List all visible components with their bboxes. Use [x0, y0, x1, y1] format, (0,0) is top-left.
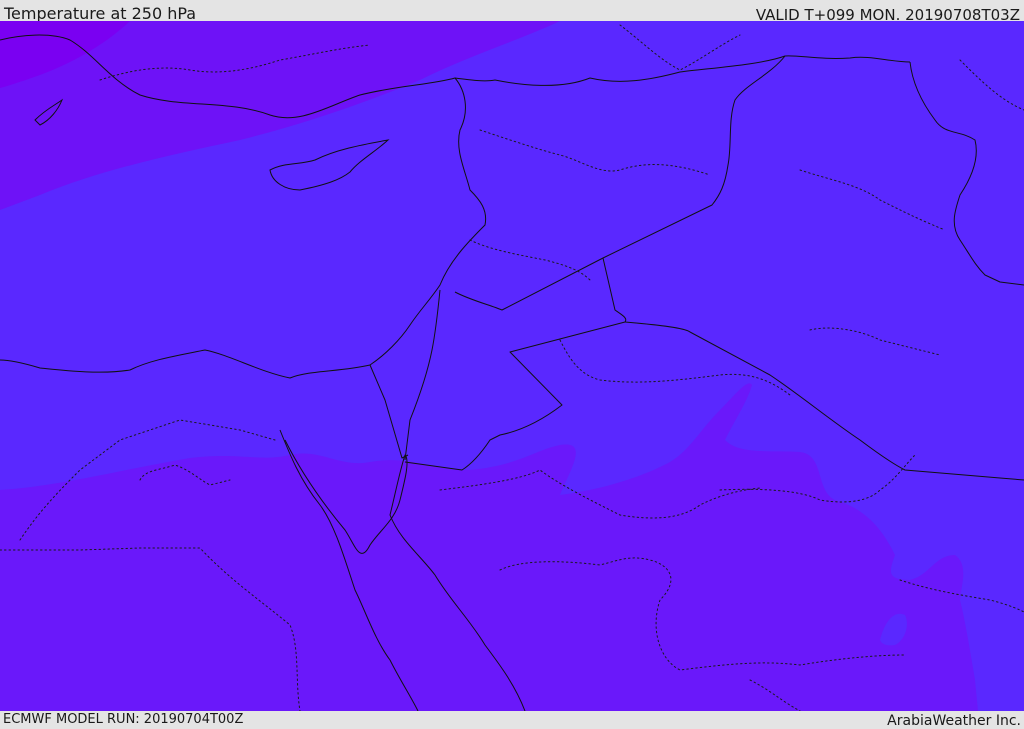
- map-canvas: [0, 21, 1024, 711]
- temperature-map: [0, 21, 1024, 711]
- map-frame: Temperature at 250 hPa VALID T+099 MON. …: [0, 0, 1024, 729]
- model-run-label: ECMWF MODEL RUN: 20190704T00Z: [3, 712, 244, 727]
- credit-label: ArabiaWeather Inc.: [887, 713, 1021, 729]
